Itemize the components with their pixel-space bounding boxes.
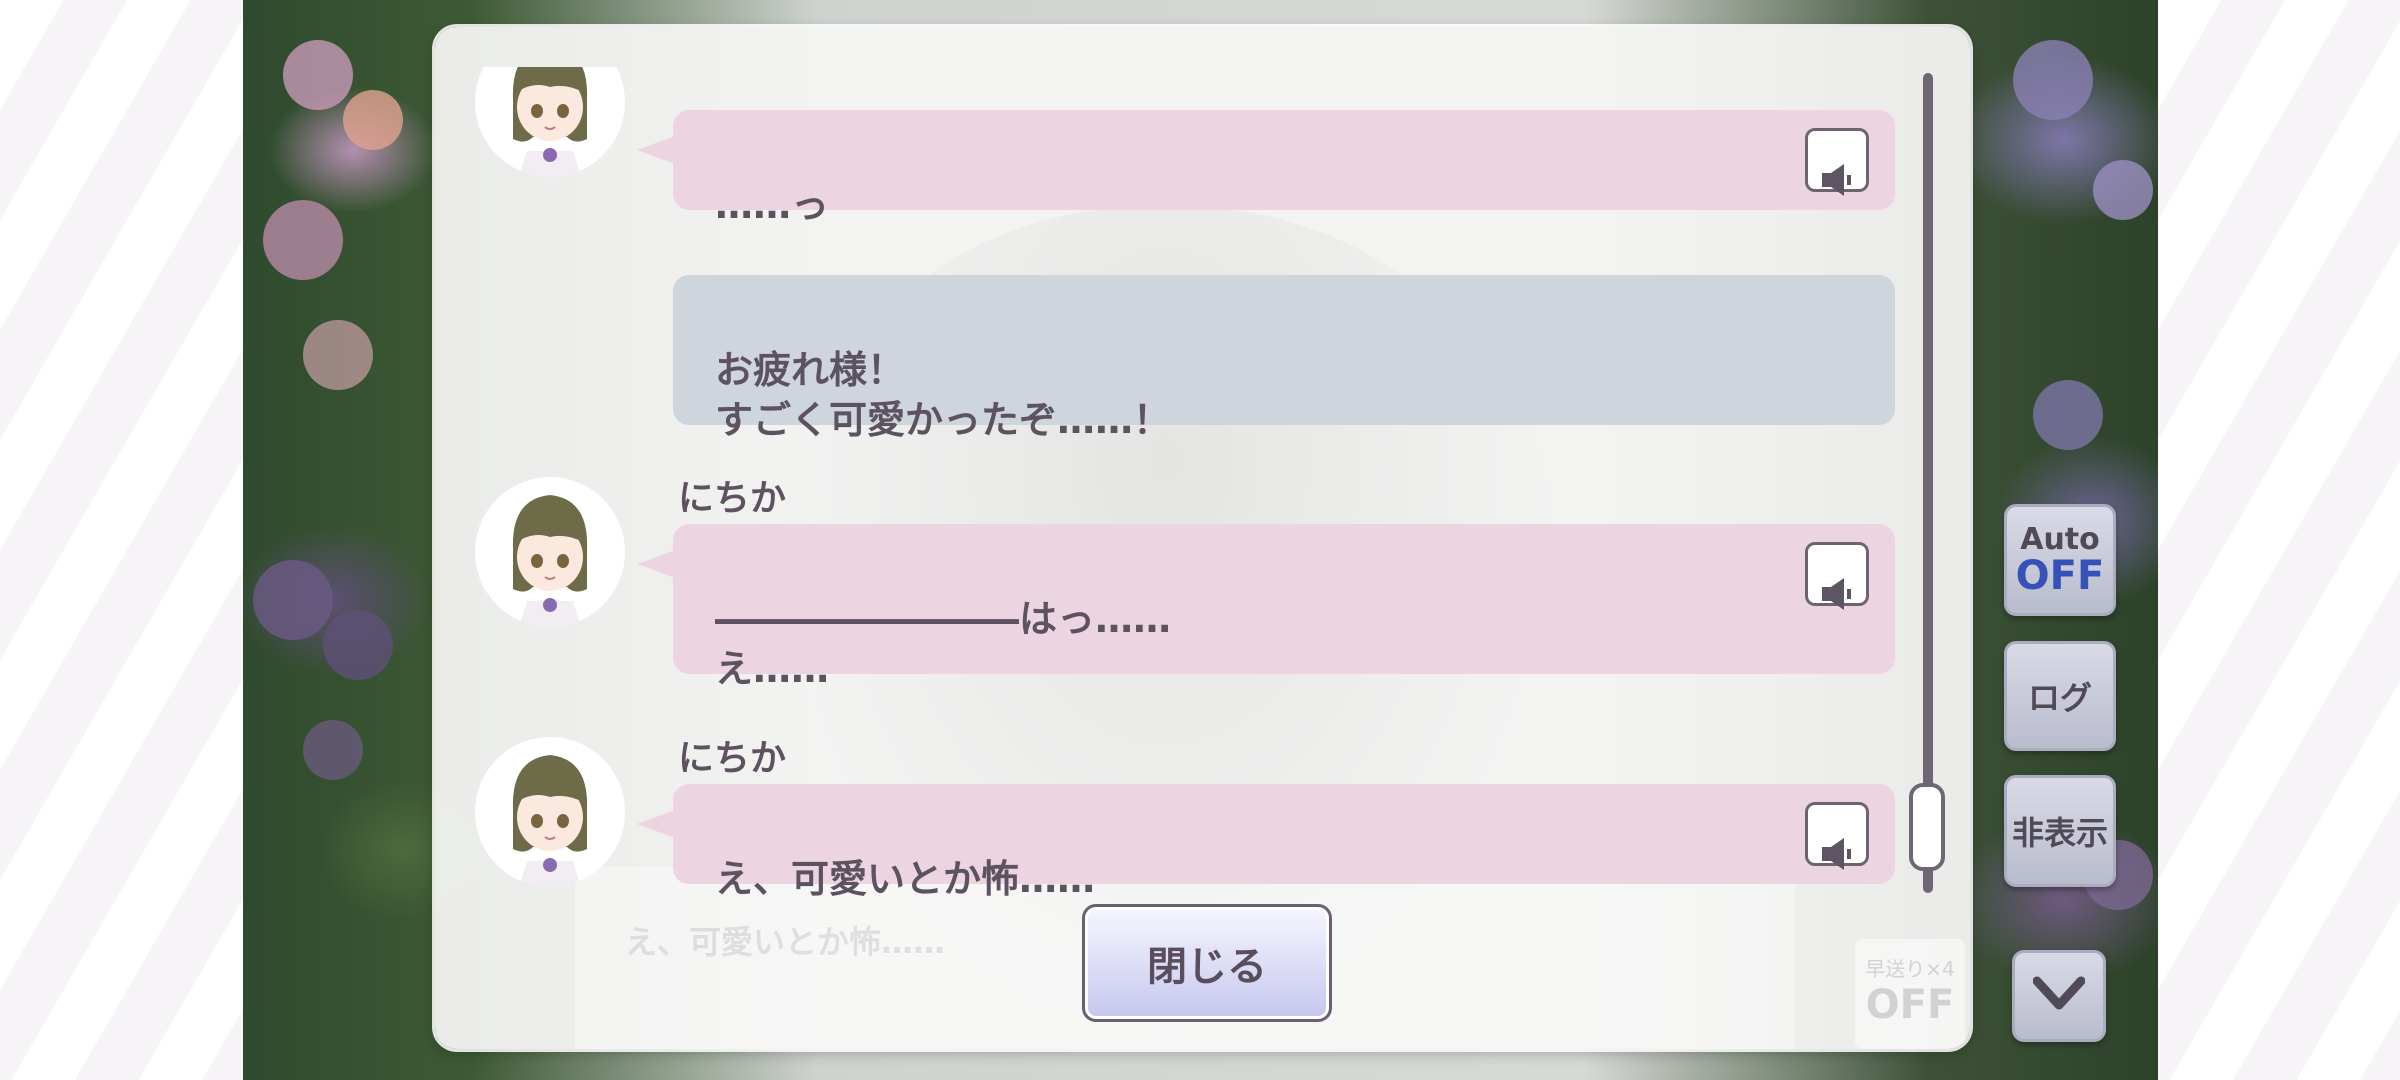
npc-bubble: ……っ (637, 110, 1895, 227)
log-text: お疲れ様！ すごく可愛かったぞ……！ (715, 348, 1172, 442)
log-scrollbar-thumb[interactable] (1909, 783, 1945, 871)
chevron-down-icon (2032, 975, 2086, 1017)
log-text: え、可愛いとか怖…… (715, 857, 1096, 897)
speaker-name: にちか (678, 738, 787, 779)
voice-replay-button[interactable] (1805, 802, 1869, 870)
voice-replay-button[interactable] (1805, 128, 1869, 196)
auto-state: OFF (2015, 553, 2105, 599)
fast-forward-label: 早送り×4 (1865, 957, 1955, 981)
log-text: ――――――――はっ…… え…… (715, 597, 1172, 691)
speaker-icon (1818, 784, 1856, 884)
close-button[interactable]: 閉じる (1082, 904, 1332, 1022)
background-dialog-text: え、可愛いとか怖…… (625, 923, 946, 961)
speaker-icon (1818, 110, 1856, 210)
right-margin (2158, 0, 2400, 1080)
npc-bubble: ――――――――はっ…… え…… (637, 524, 1895, 691)
speaker-icon (1818, 524, 1856, 624)
voice-replay-button[interactable] (1805, 542, 1869, 610)
log-panel: え、可愛いとか怖…… 早送り×4 OFF ……っ お疲れ様！ すごく可愛かったぞ… (435, 27, 1970, 1049)
nichika-avatar (475, 67, 625, 177)
menu-toggle-button[interactable] (2012, 950, 2106, 1042)
npc-bubble: え、可愛いとか怖…… (637, 784, 1895, 897)
log-button[interactable]: ログ (2004, 641, 2116, 751)
fast-forward-state: OFF (1865, 982, 1955, 1028)
log-text: ……っ (715, 183, 830, 227)
nichika-avatar (475, 737, 625, 887)
player-bubble: お疲れ様！ すごく可愛かったぞ……！ (673, 275, 1895, 442)
hide-ui-button[interactable]: 非表示 (2004, 775, 2116, 887)
log-button-label: ログ (2027, 679, 2092, 717)
left-margin (0, 0, 243, 1080)
speaker-name: にちか (678, 478, 787, 519)
nichika-avatar (475, 477, 625, 627)
hide-button-label: 非表示 (2011, 814, 2108, 852)
auto-toggle-button[interactable]: Auto OFF (2004, 504, 2116, 616)
auto-label: Auto (2020, 522, 2100, 557)
log-scrollbar-track[interactable] (1923, 73, 1933, 893)
fast-forward-toggle: 早送り×4 OFF (1855, 939, 1965, 1049)
log-list[interactable]: ……っ お疲れ様！ すごく可愛かったぞ……！ にちか ――――――――はっ…… … (435, 67, 1935, 897)
